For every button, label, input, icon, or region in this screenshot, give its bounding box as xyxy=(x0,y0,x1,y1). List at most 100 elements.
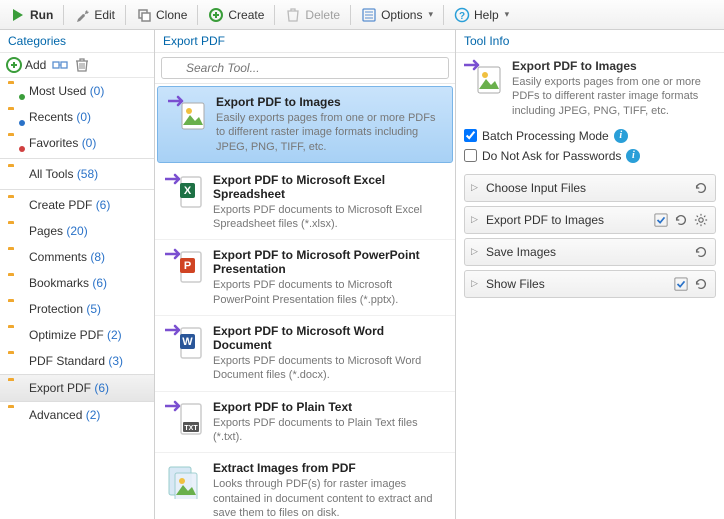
category-label: Create PDF (6) xyxy=(29,198,110,212)
accordion-label: Show Files xyxy=(486,277,668,291)
tool-title: Export PDF to Microsoft Excel Spreadshee… xyxy=(213,173,445,201)
gear-icon[interactable] xyxy=(693,212,709,228)
chevron-right-icon: ▷ xyxy=(471,278,481,289)
run-button[interactable]: Run xyxy=(4,4,59,26)
tools-panel: Export PDF Export PDF to Images Easily e… xyxy=(155,30,456,519)
help-icon: ? xyxy=(454,7,470,23)
category-item[interactable]: PDF Standard (3) xyxy=(0,348,154,374)
category-item[interactable]: All Tools (58) xyxy=(0,161,154,187)
help-button[interactable]: ? Help xyxy=(448,4,515,26)
reset-icon[interactable] xyxy=(693,276,709,292)
batch-mode-checkbox[interactable] xyxy=(464,129,477,142)
tool-title: Export PDF to Microsoft Word Document xyxy=(213,324,445,352)
delete-category-button[interactable] xyxy=(74,57,90,73)
accordion-header[interactable]: ▷ Choose Input Files xyxy=(465,175,715,201)
tool-icon xyxy=(168,95,206,133)
info-description: Easily exports pages from one or more PD… xyxy=(512,75,716,118)
check-icon[interactable] xyxy=(673,276,689,292)
category-label: Optimize PDF (2) xyxy=(29,328,122,342)
create-button[interactable]: Create xyxy=(202,4,270,26)
tool-title: Export PDF to Microsoft PowerPoint Prese… xyxy=(213,248,445,276)
category-label: Most Used (0) xyxy=(29,84,104,98)
accordion-label: Save Images xyxy=(486,245,688,259)
separator xyxy=(197,5,198,25)
clone-button[interactable]: Clone xyxy=(130,4,193,26)
category-label: Favorites (0) xyxy=(29,136,96,150)
category-item[interactable]: Bookmarks (6) xyxy=(0,270,154,296)
category-item[interactable]: Comments (8) xyxy=(0,244,154,270)
separator xyxy=(443,5,444,25)
accordion-item: ▷ Show Files xyxy=(464,270,716,298)
tool-item[interactable]: Extract Images from PDF Looks through PD… xyxy=(155,453,455,519)
svg-text:TXT: TXT xyxy=(184,425,198,432)
category-item[interactable]: Pages (20) xyxy=(0,218,154,244)
separator xyxy=(63,5,64,25)
accordion-header[interactable]: ▷ Show Files xyxy=(465,271,715,297)
categories-list: Most Used (0) Recents (0) Favorites (0) All… xyxy=(0,78,154,519)
tool-info-panel: Tool Info Export PDF to Images Easily ex… xyxy=(456,30,724,519)
svg-text:P: P xyxy=(184,260,191,272)
steps-accordion: ▷ Choose Input Files ▷ Export PDF to Ima… xyxy=(464,174,716,298)
tool-item[interactable]: X Export PDF to Microsoft Excel Spreadsh… xyxy=(155,165,455,241)
tool-title: Export PDF to Plain Text xyxy=(213,400,445,414)
category-item[interactable]: Protection (5) xyxy=(0,296,154,322)
accordion-header[interactable]: ▷ Export PDF to Images xyxy=(465,207,715,233)
category-item[interactable]: Advanced (2) xyxy=(0,402,154,428)
wrench-icon xyxy=(74,7,90,23)
categories-header: Categories xyxy=(0,30,154,53)
category-label: Protection (5) xyxy=(29,302,101,316)
svg-text:W: W xyxy=(182,336,193,348)
no-password-label: Do Not Ask for Passwords xyxy=(482,149,621,163)
tool-icon: W xyxy=(165,324,203,362)
category-item[interactable]: Optimize PDF (2) xyxy=(0,322,154,348)
info-tool-icon xyxy=(464,59,502,97)
tool-item[interactable]: W Export PDF to Microsoft Word Document … xyxy=(155,316,455,392)
accordion-label: Choose Input Files xyxy=(486,181,688,195)
info-icon[interactable]: i xyxy=(626,149,640,163)
category-item[interactable]: Export PDF (6) xyxy=(0,374,154,402)
reset-icon[interactable] xyxy=(693,180,709,196)
options-button[interactable]: Options xyxy=(355,4,439,26)
reset-icon[interactable] xyxy=(693,244,709,260)
chevron-right-icon: ▷ xyxy=(471,214,481,225)
tool-list: Export PDF to Images Easily exports page… xyxy=(155,84,455,519)
category-label: Recents (0) xyxy=(29,110,91,124)
category-label: Pages (20) xyxy=(29,224,88,238)
tool-item[interactable]: P Export PDF to Microsoft PowerPoint Pre… xyxy=(155,240,455,316)
tool-description: Exports PDF documents to Microsoft Power… xyxy=(213,278,445,307)
plus-icon xyxy=(6,57,22,73)
batch-mode-label: Batch Processing Mode xyxy=(482,129,609,143)
no-password-checkbox[interactable] xyxy=(464,149,477,162)
delete-button[interactable]: Delete xyxy=(279,4,346,26)
tool-icon: X xyxy=(165,173,203,211)
category-item[interactable]: Most Used (0) xyxy=(0,78,154,104)
edit-button[interactable]: Edit xyxy=(68,4,121,26)
category-item[interactable]: Create PDF (6) xyxy=(0,192,154,218)
chevron-right-icon: ▷ xyxy=(471,246,481,257)
accordion-item: ▷ Save Images xyxy=(464,238,716,266)
tool-icon: P xyxy=(165,248,203,286)
category-item[interactable]: Favorites (0) xyxy=(0,130,154,156)
svg-text:?: ? xyxy=(459,11,465,22)
categories-panel: Categories Add Most Used (0) Recents (0) F… xyxy=(0,30,155,519)
accordion-header[interactable]: ▷ Save Images xyxy=(465,239,715,265)
tool-item[interactable]: TXT Export PDF to Plain Text Exports PDF… xyxy=(155,392,455,454)
tool-item[interactable]: Export PDF to Images Easily exports page… xyxy=(157,86,453,163)
chevron-right-icon: ▷ xyxy=(471,182,481,193)
category-label: Bookmarks (6) xyxy=(29,276,107,290)
check-icon[interactable] xyxy=(653,212,669,228)
rename-icon[interactable] xyxy=(52,57,68,73)
info-header: Tool Info xyxy=(456,30,724,53)
reset-icon[interactable] xyxy=(673,212,689,228)
accordion-label: Export PDF to Images xyxy=(486,213,648,227)
search-input[interactable] xyxy=(161,57,449,79)
tool-icon: TXT xyxy=(165,400,203,438)
add-category-button[interactable]: Add xyxy=(6,57,46,73)
category-item[interactable]: Recents (0) xyxy=(0,104,154,130)
clone-icon xyxy=(136,7,152,23)
info-icon[interactable]: i xyxy=(614,129,628,143)
tool-description: Looks through PDF(s) for raster images c… xyxy=(213,477,445,519)
options-icon xyxy=(361,7,377,23)
tool-icon xyxy=(165,461,203,499)
category-label: Export PDF (6) xyxy=(29,381,109,395)
